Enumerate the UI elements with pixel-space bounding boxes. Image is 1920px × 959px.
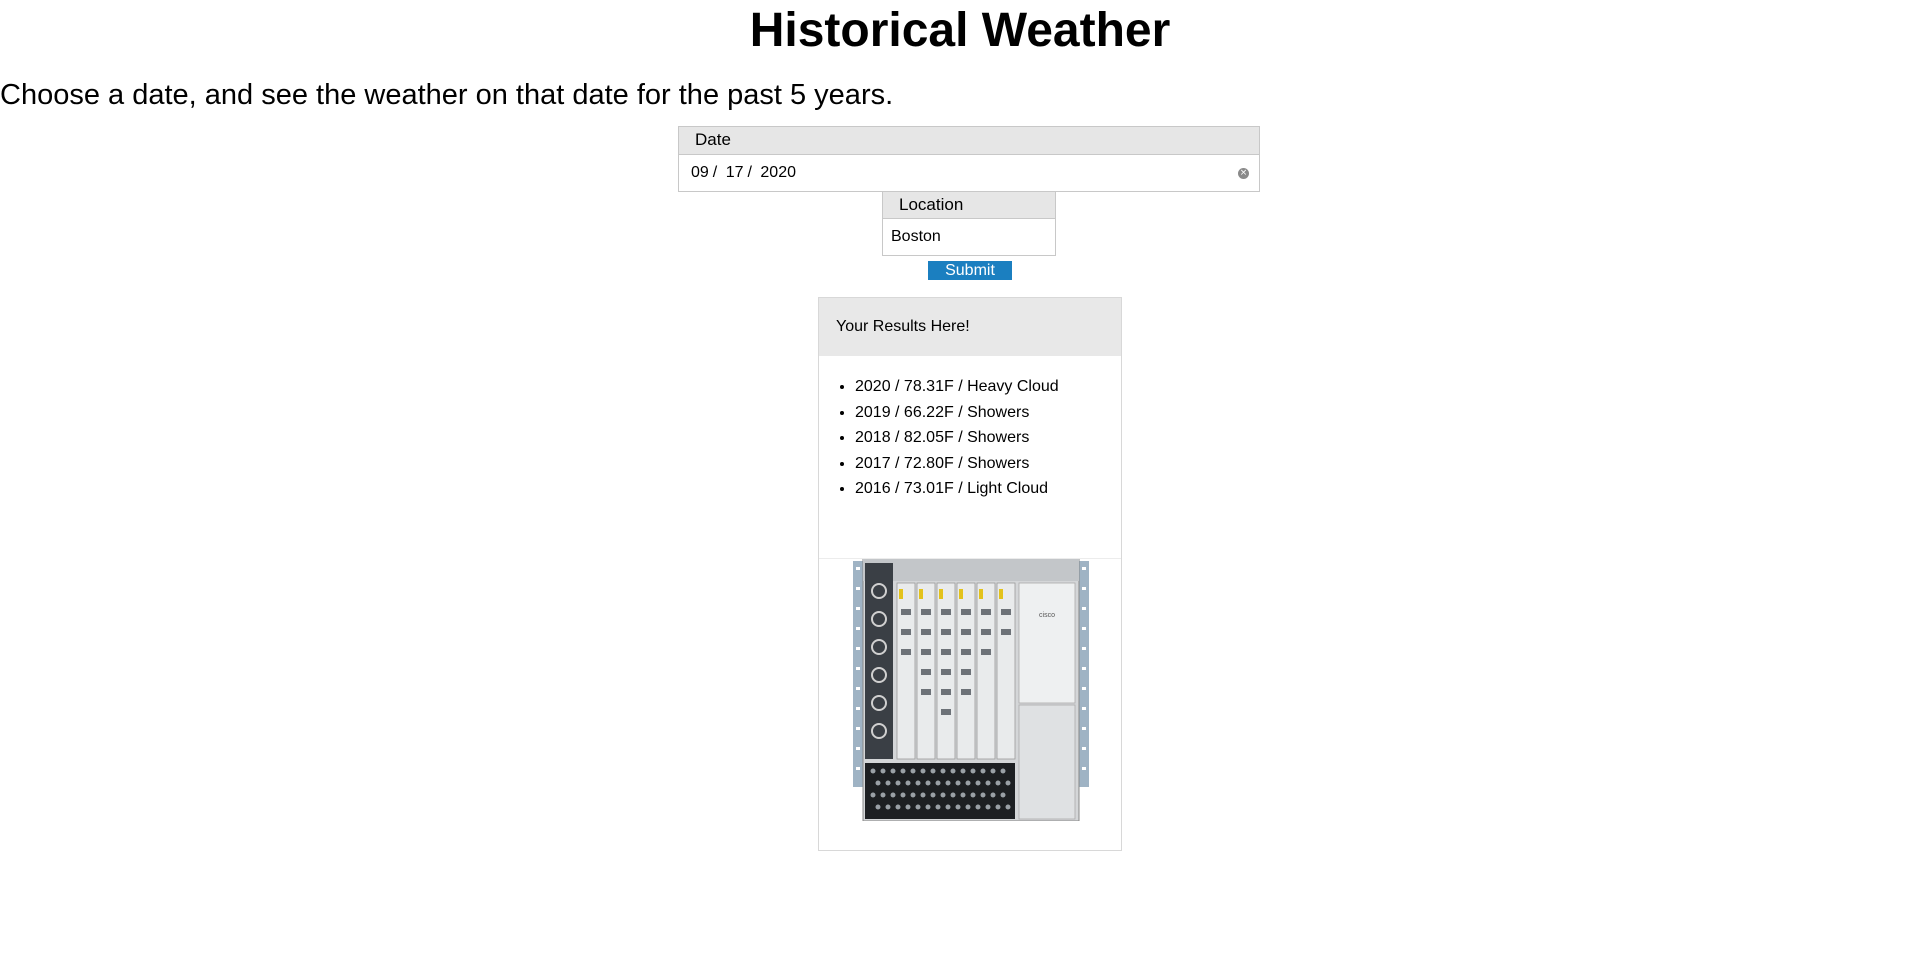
router-chassis-image: cisco	[853, 559, 1089, 821]
clear-icon[interactable]: ×	[1238, 167, 1249, 179]
date-label: Date	[678, 126, 1260, 154]
intro-text: Choose a date, and see the weather on th…	[0, 79, 894, 111]
date-input[interactable]: 09/ 17/ 2020 ×	[678, 154, 1260, 192]
date-value[interactable]: 09/ 17/ 2020	[691, 164, 800, 182]
location-input[interactable]: Boston	[882, 218, 1056, 256]
date-field-group: Date 09/ 17/ 2020 ×	[678, 126, 1260, 192]
location-field-group: Location Boston	[882, 191, 1056, 256]
results-card: Your Results Here! 2020 / 78.31F / Heavy…	[818, 297, 1122, 851]
list-item: 2016 / 73.01F / Light Cloud	[855, 476, 1121, 502]
list-item: 2020 / 78.31F / Heavy Cloud	[855, 374, 1121, 400]
svg-text:cisco: cisco	[1039, 612, 1055, 619]
results-list: 2020 / 78.31F / Heavy Cloud 2019 / 66.22…	[819, 356, 1121, 559]
list-item: 2018 / 82.05F / Showers	[855, 425, 1121, 451]
list-item: 2019 / 66.22F / Showers	[855, 400, 1121, 426]
location-label: Location	[882, 191, 1056, 218]
page-title: Historical Weather	[749, 4, 1171, 57]
date-day[interactable]: 17	[726, 164, 744, 181]
date-separator: /	[712, 164, 718, 181]
date-month[interactable]: 09	[691, 164, 709, 181]
date-year[interactable]: 2020	[760, 164, 796, 181]
list-item: 2017 / 72.80F / Showers	[855, 451, 1121, 477]
results-header: Your Results Here!	[819, 298, 1121, 356]
submit-button[interactable]: Submit	[928, 261, 1012, 280]
date-separator: /	[747, 164, 752, 181]
